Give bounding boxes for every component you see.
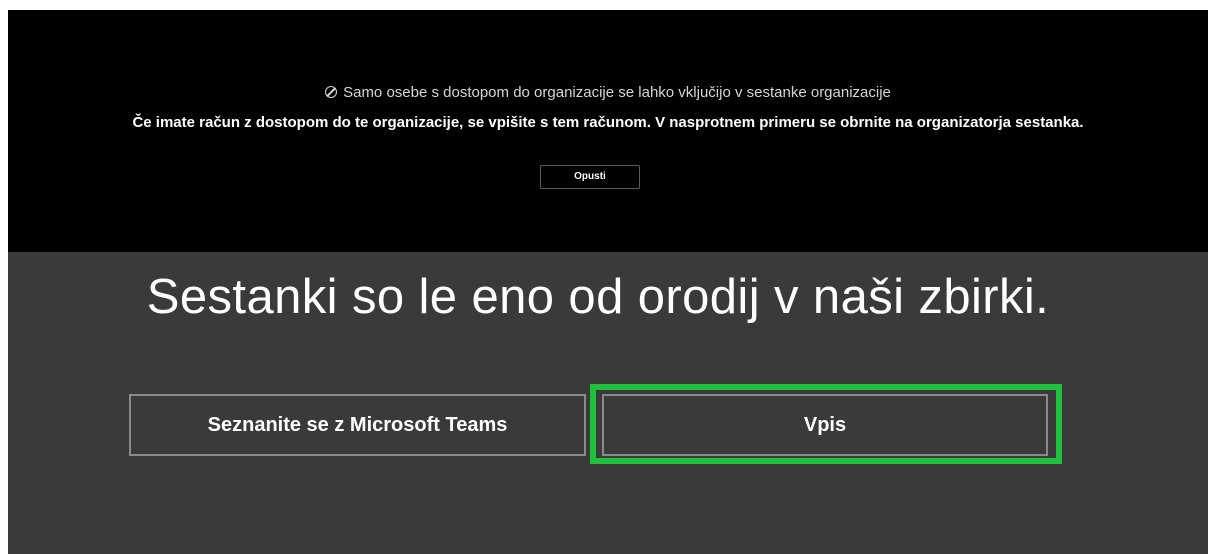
access-notice-text: Samo osebe s dostopom do organizacije se… (343, 84, 891, 101)
signin-button[interactable]: Vpis (602, 394, 1048, 456)
learn-teams-button[interactable]: Seznanite se z Microsoft Teams (129, 394, 586, 456)
page-headline: Sestanki so le eno od orodij v naši zbir… (146, 270, 1050, 324)
teams-join-page: Samo osebe s dostopom do organizacije se… (8, 10, 1208, 554)
dismiss-button[interactable]: Opusti (540, 165, 640, 189)
access-notice: Samo osebe s dostopom do organizacije se… (8, 83, 1208, 103)
sign-in-instruction: Če imate račun z dostopom do te organiza… (132, 114, 1084, 131)
blocked-icon (325, 86, 338, 98)
access-notice-banner: Samo osebe s dostopom do organizacije se… (8, 10, 1208, 252)
